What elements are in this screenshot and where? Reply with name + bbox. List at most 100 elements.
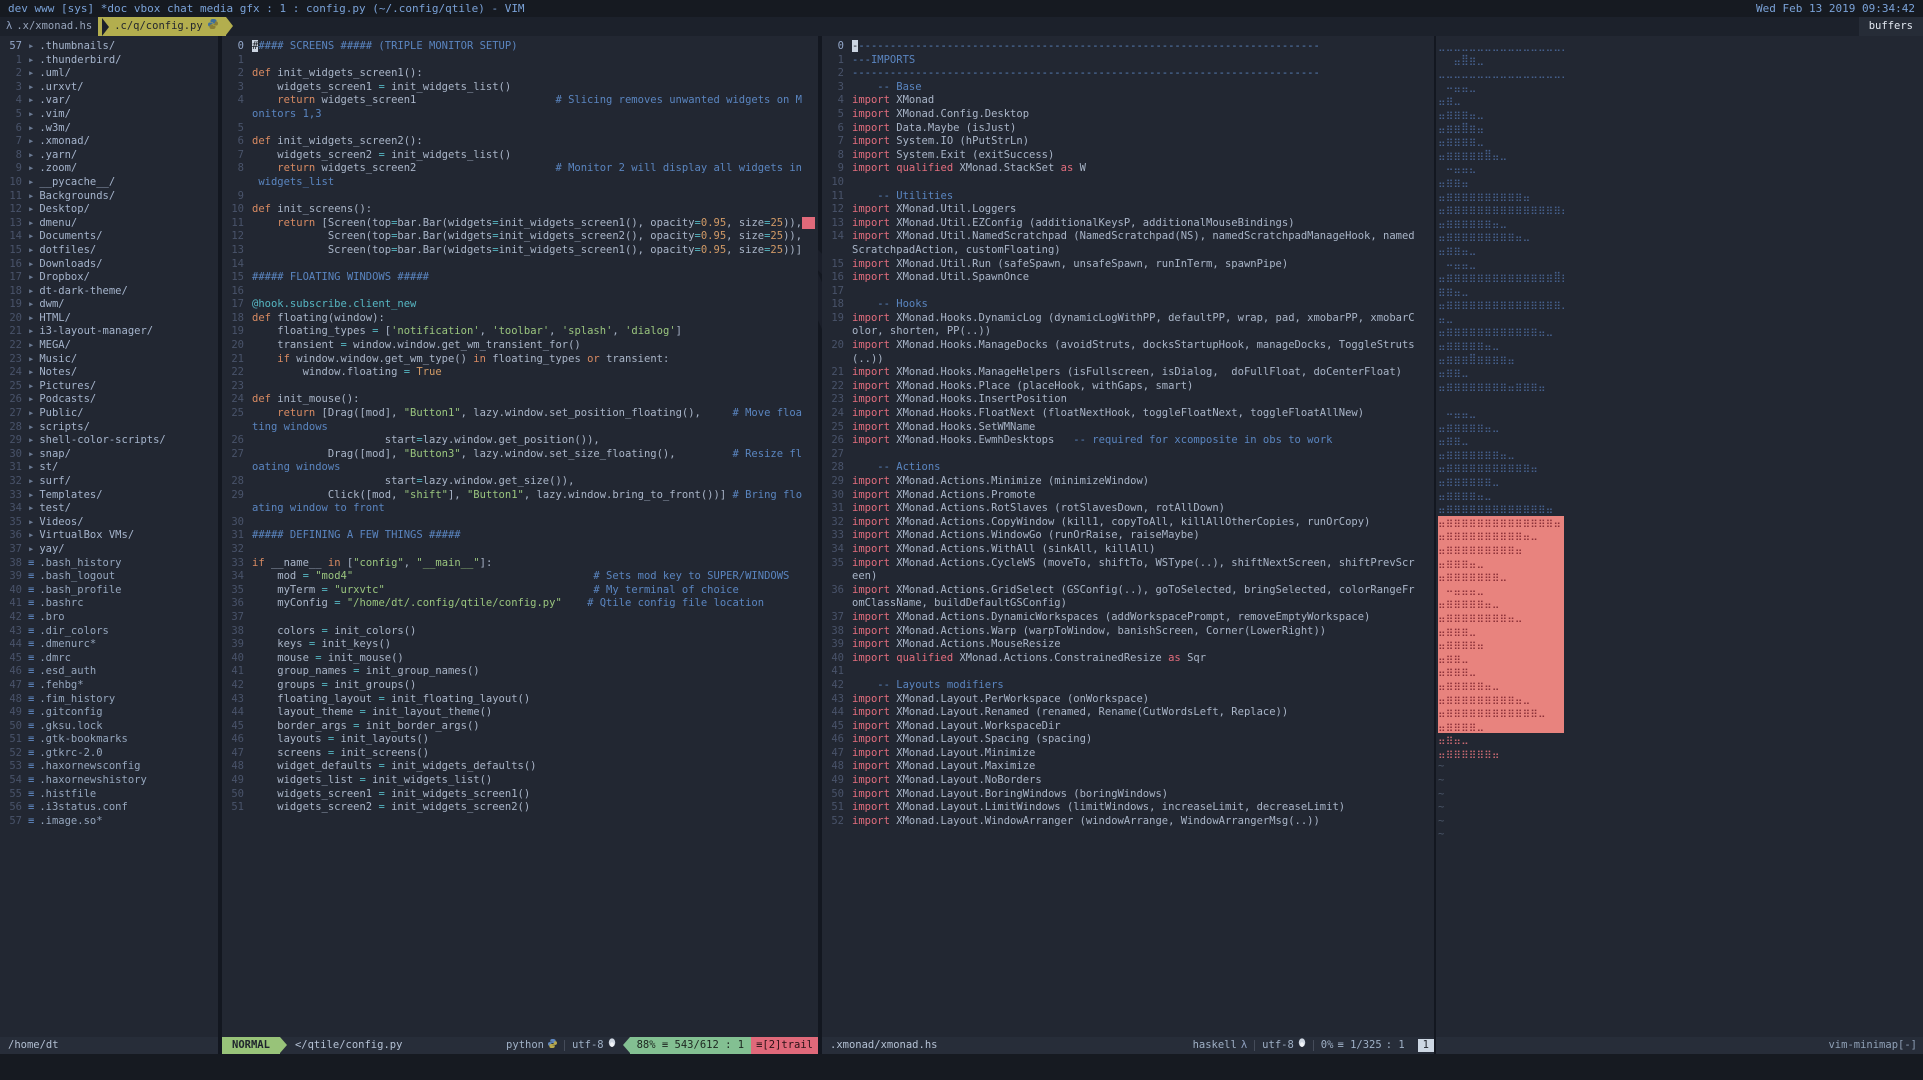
tree-entry[interactable]: 46≡.esd_auth <box>0 665 218 679</box>
code-line[interactable]: 15import XMonad.Util.Run (safeSpawn, uns… <box>822 258 1434 272</box>
minimap-row[interactable]: ⣤⣶⣶⣶⣶⣶⣤⣀ <box>1438 339 1564 353</box>
code-line[interactable]: 9 <box>222 190 818 204</box>
code-line[interactable]: 38 colors = init_colors() <box>222 625 818 639</box>
tree-entry[interactable]: 42≡.bro <box>0 611 218 625</box>
code-line[interactable]: 35 myTerm = "urxvtc" # My terminal of ch… <box>222 584 818 598</box>
code-line[interactable]: 24import XMonad.Hooks.FloatNext (floatNe… <box>822 407 1434 421</box>
minimap-row[interactable]: ⣤⣶⣶⣶⣶⣶⣤⣀ <box>1438 421 1564 435</box>
code-line[interactable]: 3 widgets_screen1 = init_widgets_list() <box>222 81 818 95</box>
tree-entry[interactable]: 21▸i3-layout-manager/ <box>0 325 218 339</box>
code-line[interactable]: 40import qualified XMonad.Actions.Constr… <box>822 652 1434 666</box>
code-line[interactable]: 49import XMonad.Layout.NoBorders <box>822 774 1434 788</box>
code-line[interactable]: 12 Screen(top=bar.Bar(widgets=init_widge… <box>222 230 818 244</box>
code-line[interactable]: 18def floating(window): <box>222 312 818 326</box>
tree-entry[interactable]: 24▸Notes/ <box>0 366 218 380</box>
code-line[interactable]: omClassName, buildDefaultGSConfig) <box>822 597 1434 611</box>
tree-entry[interactable]: 28▸scripts/ <box>0 421 218 435</box>
code-line[interactable]: 45import XMonad.Layout.WorkspaceDir <box>822 720 1434 734</box>
workspace-tags[interactable]: dev www [sys] *doc vbox chat media gfx :… <box>8 0 525 17</box>
tree-entry[interactable]: 12▸Desktop/ <box>0 203 218 217</box>
tree-entry[interactable]: 14▸Documents/ <box>0 230 218 244</box>
tree-entry[interactable]: 38≡.bash_history <box>0 557 218 571</box>
tree-entry[interactable]: 43≡.dir_colors <box>0 625 218 639</box>
code-line[interactable]: 46import XMonad.Layout.Spacing (spacing) <box>822 733 1434 747</box>
code-line[interactable]: 31##### DEFINING A FEW THINGS ##### <box>222 529 818 543</box>
code-line[interactable]: 17 <box>822 285 1434 299</box>
minimap-row[interactable]: ⠀⠀⣤⣿⣶⣀ <box>1438 54 1564 68</box>
minimap-viewport[interactable]: ⣤⣶⣶⣶⣶⣶⣶⣶⣶⣶⣤ <box>1438 543 1564 557</box>
tree-entry[interactable]: 10▸__pycache__/ <box>0 176 218 190</box>
code-line[interactable]: 46 layouts = init_layouts() <box>222 733 818 747</box>
code-line[interactable]: 30 <box>222 516 818 530</box>
code-line[interactable]: 21 if window.window.get_wm_type() in flo… <box>222 353 818 367</box>
minimap-viewport[interactable]: ⣤⣶⣶⣶⣶⣶⣶⣶⣶⣶⣶⣶⣶⣀ <box>1438 706 1564 720</box>
minimap-row[interactable]: ⣤⣶⣶⣶⣶⣀ <box>1438 135 1564 149</box>
minimap-viewport[interactable]: ⣤⣶⣶⣶⣶⣶⣤⣀ <box>1438 597 1564 611</box>
tree-entry[interactable]: 57▸.thumbnails/ <box>0 40 218 54</box>
code-line[interactable]: ting windows <box>222 421 818 435</box>
code-line[interactable]: 35import XMonad.Actions.CycleWS (moveTo,… <box>822 557 1434 571</box>
tree-entry[interactable]: 18▸dt-dark-theme/ <box>0 285 218 299</box>
minimap-row[interactable]: ⣤⣶⣶⣶⣶⣶⣶⣶⣶⣶⣶⣶⣶⣶⣶⣶⣀ <box>1438 298 1564 312</box>
tree-entry[interactable]: 2▸.uml/ <box>0 67 218 81</box>
minimap-viewport[interactable]: ⣤⣶⣶⣶⣶⣶⣶⣶⣶⣶⣶⣶⣶⣶⣶⣤ <box>1438 516 1564 530</box>
code-line[interactable]: 29import XMonad.Actions.Minimize (minimi… <box>822 475 1434 489</box>
minimap-row[interactable]: ⣤⣶⣶⣶⣶⣶⣶⣶⣤⣀ <box>1438 448 1564 462</box>
code-line[interactable]: oating windows <box>222 461 818 475</box>
code-line[interactable]: 49 widgets_list = init_widgets_list() <box>222 774 818 788</box>
tree-entry[interactable]: 48≡.fim_history <box>0 693 218 707</box>
code-line[interactable]: 12import XMonad.Util.Loggers <box>822 203 1434 217</box>
minimap-row[interactable]: ⠀⠤⣤⣤⣀ <box>1438 81 1564 95</box>
tree-entry[interactable]: 5▸.vim/ <box>0 108 218 122</box>
minimap-row[interactable]: ⣤⣶⣶⣶⣶⣤⣀ <box>1438 489 1564 503</box>
code-line[interactable]: 25import XMonad.Hooks.SetWMName <box>822 421 1434 435</box>
code-line[interactable]: 10 <box>822 176 1434 190</box>
code-line[interactable]: 27 Drag([mod], "Button3", lazy.window.se… <box>222 448 818 462</box>
tree-entry[interactable]: 41≡.bashrc <box>0 597 218 611</box>
minimap-viewport[interactable]: ⣤⣶⣶⣶⣶⣀ <box>1438 720 1564 734</box>
code-line[interactable]: 22 window.floating = True <box>222 366 818 380</box>
code-line[interactable]: 0---------------------------------------… <box>822 40 1434 54</box>
tab-xmonad-hs[interactable]: λ .x/xmonad.hs <box>0 17 98 36</box>
code-line[interactable]: 10def init_screens(): <box>222 203 818 217</box>
minimap-viewport[interactable]: ⣤⣶⣶⣶⣶⣶⣶⣶⣶⣶⣤⣀ <box>1438 693 1564 707</box>
code-line[interactable]: 36 myConfig = "/home/dt/.config/qtile/co… <box>222 597 818 611</box>
code-line[interactable]: 22import XMonad.Hooks.Place (placeHook, … <box>822 380 1434 394</box>
code-line[interactable]: 16 <box>222 285 818 299</box>
code-line[interactable]: 19import XMonad.Hooks.DynamicLog (dynami… <box>822 312 1434 326</box>
tree-entry[interactable]: 17▸Dropbox/ <box>0 271 218 285</box>
tree-entry[interactable]: 39≡.bash_logout <box>0 570 218 584</box>
tree-entry[interactable]: 34▸test/ <box>0 502 218 516</box>
code-line[interactable]: een) <box>822 570 1434 584</box>
tree-entry[interactable]: 35▸Videos/ <box>0 516 218 530</box>
tree-entry[interactable]: 47≡.fehbg* <box>0 679 218 693</box>
code-line[interactable]: 50 widgets_screen1 = init_widgets_screen… <box>222 788 818 802</box>
minimap-viewport[interactable]: ⣤⣶⣶⣶⣶⣶⣶⣶⣶⣤⣀ <box>1438 611 1564 625</box>
code-line[interactable]: 27 <box>822 448 1434 462</box>
tree-entry[interactable]: 51≡.gtk-bookmarks <box>0 733 218 747</box>
code-line[interactable]: 26 start=lazy.window.get_position()), <box>222 434 818 448</box>
code-line[interactable]: 48import XMonad.Layout.Maximize <box>822 760 1434 774</box>
code-line[interactable]: 23import XMonad.Hooks.InsertPosition <box>822 393 1434 407</box>
tree-entry[interactable]: 16▸Downloads/ <box>0 258 218 272</box>
code-line[interactable]: 11 return [Screen(top=bar.Bar(widgets=in… <box>222 217 818 231</box>
code-line[interactable]: 48 widget_defaults = init_widgets_defaul… <box>222 760 818 774</box>
tree-entry[interactable]: 40≡.bash_profile <box>0 584 218 598</box>
tree-entry[interactable]: 56≡.i3status.conf <box>0 801 218 815</box>
tree-entry[interactable]: 57≡.image.so* <box>0 815 218 829</box>
code-line[interactable]: 34 mod = "mod4" # Sets mod key to SUPER/… <box>222 570 818 584</box>
minimap-row[interactable]: ⠀⠤⣤⣤⣄ <box>1438 162 1564 176</box>
code-line[interactable]: 29 Click([mod, "shift"], "Button1", lazy… <box>222 489 818 503</box>
minimap-viewport[interactable]: ⣤⣶⣶⣶⣶⣶⣶⣶⣶⣶⣶⣤⣀ <box>1438 529 1564 543</box>
code-line[interactable]: 18 -- Hooks <box>822 298 1434 312</box>
editor-config-py[interactable]: 0##### SCREENS ##### (TRIPLE MONITOR SET… <box>222 36 818 1037</box>
minimap-row[interactable]: ⣤⣶⣶⣶⣶⣶⣶⣶⣶⣶⣶⣶⣤ <box>1438 461 1564 475</box>
code-line[interactable]: 34import XMonad.Actions.WithAll (sinkAll… <box>822 543 1434 557</box>
code-line[interactable]: 14 <box>222 258 818 272</box>
code-line[interactable]: 7 widgets_screen2 = init_widgets_list() <box>222 149 818 163</box>
minimap-row[interactable]: ⣤⣶⣤⣀ <box>1438 733 1564 747</box>
tree-entry[interactable]: 26▸Podcasts/ <box>0 393 218 407</box>
code-line[interactable]: 13 Screen(top=bar.Bar(widgets=init_widge… <box>222 244 818 258</box>
code-line[interactable]: 1---IMPORTS <box>822 54 1434 68</box>
code-line[interactable]: 28 start=lazy.window.get_size()), <box>222 475 818 489</box>
